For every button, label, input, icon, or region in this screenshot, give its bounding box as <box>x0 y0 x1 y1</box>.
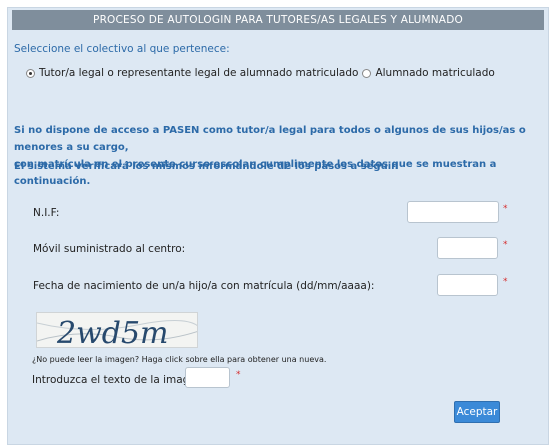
radio-button-alumnado[interactable] <box>362 68 372 78</box>
nif-required-mark: * <box>503 204 508 214</box>
fecha-input[interactable] <box>437 274 498 296</box>
radio-option-alumnado[interactable]: Alumnado matriculado <box>362 67 495 79</box>
captcha-image-text: 2wd5m <box>56 316 169 348</box>
radio-label-alumnado: Alumnado matriculado <box>375 67 495 79</box>
captcha-input-label: Introduzca el texto de la imagen: <box>32 374 207 386</box>
page-title: PROCESO DE AUTOLOGIN PARA TUTORES/AS LEG… <box>12 10 544 30</box>
accept-button[interactable]: Aceptar <box>454 401 500 423</box>
radio-option-tutor[interactable]: Tutor/a legal o representante legal de a… <box>26 67 358 79</box>
info-line-1: Si no dispone de acceso a PASEN como tut… <box>14 125 526 153</box>
captcha-hint: ¿No puede leer la imagen? Haga click sob… <box>32 355 327 364</box>
captcha-image[interactable]: 2wd5m <box>36 312 198 348</box>
movil-required-mark: * <box>503 240 508 250</box>
captcha-input[interactable] <box>185 367 230 388</box>
movil-label: Móvil suministrado al centro: <box>33 243 186 255</box>
collective-question: Seleccione el colectivo al que pertenece… <box>14 43 230 55</box>
fecha-required-mark: * <box>503 277 508 287</box>
collective-radio-group: Tutor/a legal o representante legal de a… <box>26 67 495 79</box>
radio-button-tutor[interactable] <box>26 68 35 78</box>
captcha-required-mark: * <box>236 370 241 380</box>
fecha-label: Fecha de nacimiento de un/a hijo/a con m… <box>33 280 375 292</box>
movil-input[interactable] <box>437 237 498 259</box>
radio-label-tutor: Tutor/a legal o representante legal de a… <box>39 67 359 79</box>
info-paragraph: Si no dispone de acceso a PASEN como tut… <box>14 122 550 190</box>
nif-input[interactable] <box>407 201 499 223</box>
nif-label: N.I.F: <box>33 207 60 219</box>
info-line-3: El sistema verificará los mismos informá… <box>14 161 399 172</box>
